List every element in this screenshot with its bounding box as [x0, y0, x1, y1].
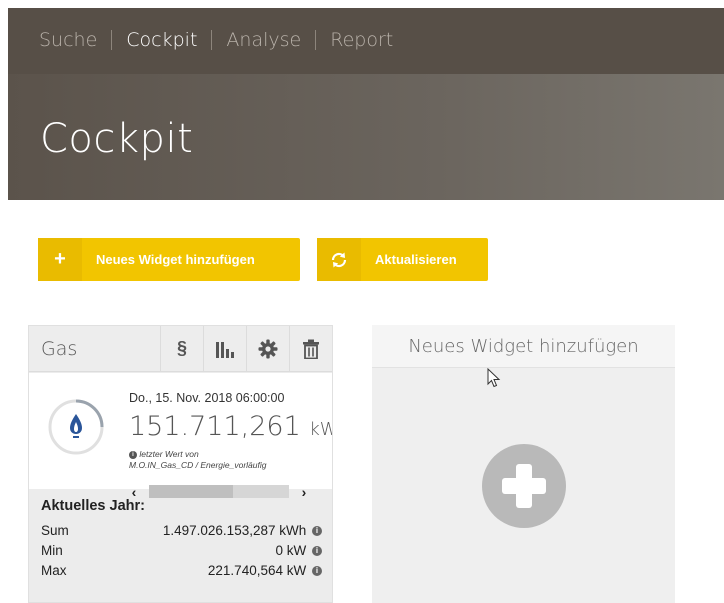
stat-row-min: Min 0 kW i	[41, 540, 322, 560]
reading-value: 151.711,261 kWh	[129, 411, 332, 442]
trash-icon	[303, 339, 319, 359]
flame-icon	[70, 414, 82, 438]
bar-chart-icon	[216, 341, 234, 358]
delete-button[interactable]	[289, 326, 332, 372]
nav-separator	[211, 30, 213, 50]
nav-separator	[111, 30, 113, 50]
info-icon: i	[129, 450, 137, 459]
nav-item-analyse[interactable]: Analyse	[226, 29, 301, 51]
refresh-label: Aktualisieren	[375, 252, 457, 267]
gas-widget: Gas § Do., 15. Nov. 2018 06:00:00 151.71…	[28, 325, 333, 603]
note-line-1: letzter Wert von	[139, 449, 199, 459]
widget-title: Gas	[41, 337, 78, 360]
stat-value: 0 kW	[275, 542, 307, 558]
info-icon[interactable]: i	[312, 565, 322, 576]
stat-label: Min	[41, 542, 63, 558]
add-widget-label: Neues Widget hinzufügen	[96, 252, 255, 267]
stat-label: Sum	[41, 522, 69, 538]
refresh-button[interactable]: Aktualisieren	[317, 238, 488, 281]
new-widget-placeholder[interactable]: Neues Widget hinzufügen	[372, 325, 675, 603]
last-reading-date: Do., 15. Nov. 2018 06:00:00	[129, 391, 285, 405]
gauge	[48, 399, 104, 455]
note-line-2: M.O.IN_Gas_CD / Energie_vorläufig	[129, 460, 267, 470]
paragraph-button[interactable]: §	[160, 326, 203, 372]
stat-value: 221.740,564 kW	[207, 562, 307, 578]
nav-item-suche[interactable]: Suche	[39, 29, 97, 51]
widget-body: Do., 15. Nov. 2018 06:00:00 151.711,261 …	[29, 373, 332, 489]
info-icon[interactable]: i	[312, 545, 322, 556]
top-navigation-bar: Suche Cockpit Analyse Report	[8, 8, 724, 74]
mouse-cursor-icon	[487, 368, 501, 388]
yearly-stats: Aktuelles Jahr: Sum 1.497.026.153,287 kW…	[29, 498, 332, 580]
scroll-thumb[interactable]	[149, 485, 233, 498]
page-header: Cockpit	[8, 74, 724, 200]
refresh-icon	[317, 238, 361, 281]
nav-item-cockpit[interactable]: Cockpit	[126, 29, 197, 51]
new-widget-title: Neues Widget hinzufügen	[372, 325, 675, 368]
nav-item-report[interactable]: Report	[330, 29, 393, 51]
stat-value: 1.497.026.153,287 kWh	[162, 522, 307, 538]
add-widget-plus-icon[interactable]	[482, 444, 566, 528]
reading-number: 151.711,261	[129, 411, 301, 442]
add-widget-button[interactable]: + Neues Widget hinzufügen	[38, 238, 300, 281]
scroll-track[interactable]	[149, 485, 289, 498]
gear-icon	[258, 339, 278, 358]
reading-source-note: i letzter Wert von M.O.IN_Gas_CD / Energ…	[129, 449, 266, 471]
stat-row-max: Max 221.740,564 kW i	[41, 560, 322, 580]
stats-heading: Aktuelles Jahr:	[41, 498, 145, 514]
main-nav: Suche Cockpit Analyse Report	[39, 29, 393, 51]
stat-label: Max	[41, 562, 67, 578]
settings-button[interactable]	[246, 326, 289, 372]
widget-header: Gas §	[29, 326, 332, 372]
reading-unit: kWh	[309, 419, 332, 440]
page-title: Cockpit	[40, 116, 194, 162]
plus-icon: +	[38, 238, 82, 281]
stat-row-sum: Sum 1.497.026.153,287 kWh i	[41, 520, 322, 540]
widget-scrollbar[interactable]: ‹ ›	[119, 484, 319, 500]
info-icon[interactable]: i	[312, 525, 322, 536]
nav-separator	[315, 30, 317, 50]
chart-button[interactable]	[203, 326, 246, 372]
